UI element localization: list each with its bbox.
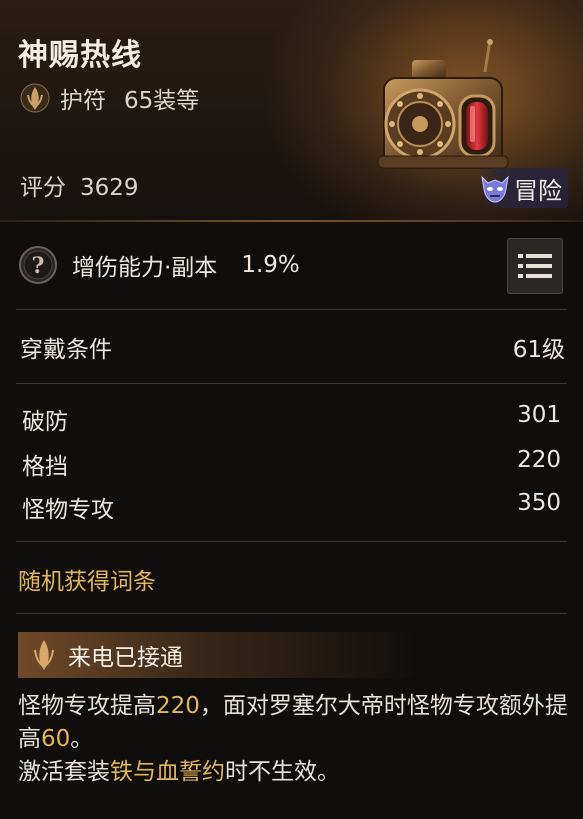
desc-text: 怪物专攻提高 — [18, 693, 156, 719]
svg-text:?: ? — [32, 253, 45, 279]
divider — [16, 613, 567, 614]
item-score: 评分 3629 — [20, 168, 139, 202]
attribute-label: 破防 — [22, 409, 68, 435]
set-effect-description: 怪物专攻提高220，面对罗塞尔大帝时怪物专攻额外提高60。 激活套装铁与血誓约时不… — [18, 690, 568, 789]
unknown-question-icon: ? — [19, 246, 57, 284]
amulet-type-icon — [20, 83, 50, 113]
adventure-badge: 冒险 — [478, 168, 568, 208]
item-type: 护符 — [60, 88, 106, 114]
divider — [16, 383, 567, 384]
attribute-label: 怪物专攻 — [22, 497, 114, 523]
requirement-value: 61级 — [512, 337, 565, 363]
desc-set-name: 铁与血誓约 — [110, 759, 225, 785]
divider — [16, 309, 567, 310]
main-stat-row: ? 增伤能力·副本 1.9% — [18, 243, 300, 287]
score-value: 3629 — [80, 175, 139, 201]
item-level: 65装等 — [124, 88, 200, 114]
item-header: 神赐热线 护符 65装等 评分 3629 冒险 — [0, 0, 583, 222]
attribute-value: 301 — [517, 402, 561, 428]
main-stat-value: 1.9% — [241, 252, 300, 278]
radio-device-icon — [377, 39, 509, 169]
item-name: 神赐热线 — [18, 38, 142, 73]
adventure-badge-label: 冒险 — [514, 176, 562, 205]
set-emblem-icon — [34, 640, 54, 670]
desc-highlight-value: 220 — [156, 693, 200, 719]
attribute-value: 220 — [517, 447, 561, 473]
attribute-value: 350 — [517, 490, 561, 516]
attribute-label: 格挡 — [22, 454, 68, 480]
demon-mask-icon — [481, 175, 509, 203]
list-icon — [518, 254, 552, 278]
item-type-row: 护符 65装等 — [20, 82, 199, 114]
random-affix-label: 随机获得词条 — [18, 569, 156, 595]
desc-highlight-value: 60 — [41, 726, 71, 752]
divider — [16, 541, 567, 542]
score-label: 评分 — [20, 175, 66, 201]
desc-text: 激活套装 — [18, 759, 110, 785]
desc-text: 。 — [70, 726, 94, 752]
requirement-label: 穿戴条件 — [20, 337, 112, 363]
set-effect-header: 来电已接通 — [18, 632, 418, 678]
details-list-button[interactable] — [507, 238, 563, 294]
main-stat-label: 增伤能力·副本 — [72, 255, 218, 281]
desc-text: 时不生效。 — [225, 759, 340, 785]
set-effect-name: 来电已接通 — [68, 645, 183, 671]
